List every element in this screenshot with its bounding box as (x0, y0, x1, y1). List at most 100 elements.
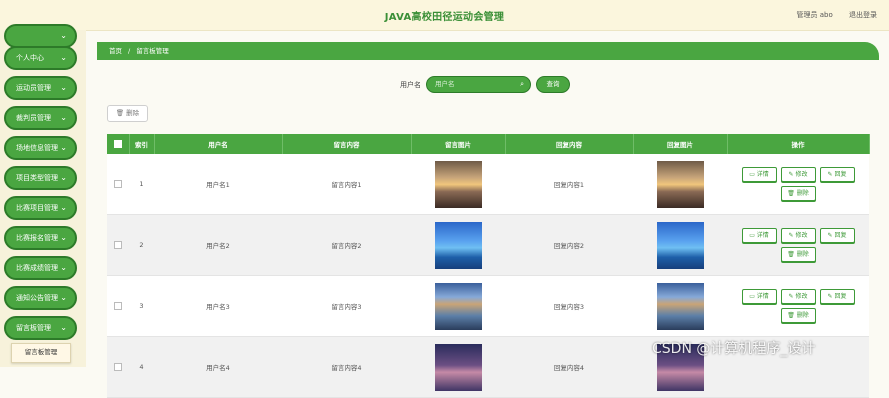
row-index: 4 (129, 336, 154, 398)
row-reply: 回复内容3 (505, 275, 633, 337)
row-select-cell[interactable] (107, 275, 129, 337)
reply-button[interactable]: ✎ 回复 (819, 228, 855, 243)
detail-button[interactable]: ▭ 详情 (741, 289, 777, 304)
row-image-cell (411, 154, 505, 215)
top-right-menu: 管理员 abo 退出登录 (783, 10, 877, 20)
breadcrumb-home[interactable]: 首页 (109, 47, 122, 55)
table-row: 3 用户名3 留言内容3 回复内容3 ▭ 详情 ✎ 修改 ✎ 回复 🗑 删除 (107, 275, 869, 337)
sidebar-item-results[interactable]: 比赛成绩管理 ⌄ (4, 256, 77, 280)
delete-button[interactable]: 🗑 删除 (780, 308, 816, 323)
col-image: 留言图片 (411, 134, 506, 154)
select-all-checkbox[interactable] (113, 140, 122, 148)
detail-label: 详情 (756, 293, 769, 300)
row-actions: ▭ 详情 ✎ 修改 ✎ 回复 🗑 删除 (727, 154, 869, 215)
app-title: JAVA高校田径运动会管理 (384, 12, 505, 23)
message-image[interactable] (434, 221, 482, 269)
detail-label: 详情 (756, 232, 769, 239)
col-username: 用户名 (154, 134, 283, 154)
chevron-down-icon: ⌄ (60, 53, 67, 62)
col-actions: 操作 (727, 134, 870, 154)
edit-button[interactable]: ✎ 修改 (780, 167, 816, 182)
sidebar-item-top[interactable]: ⌄ (4, 24, 77, 48)
sidebar-item-event-types[interactable]: 项目类型管理 ⌄ (4, 166, 77, 190)
row-username: 用户名1 (154, 154, 282, 215)
row-select-cell[interactable] (107, 214, 129, 276)
admin-user-label[interactable]: 管理员 abo (797, 11, 833, 19)
message-image[interactable] (434, 282, 482, 330)
row-actions: ▭ 详情 ✎ 修改 ✎ 回复 🗑 删除 (727, 275, 869, 337)
sidebar-subitem-message-board[interactable]: 留言板管理 (11, 343, 71, 363)
sidebar: ⌄ 个人中心 ⌄ 运动员管理 ⌄ 裁判员管理 ⌄ 场地信息管理 ⌄ 项目类型管理 ⌄ 比赛… (0, 24, 86, 367)
message-image[interactable] (434, 160, 482, 208)
sidebar-item-athletes[interactable]: 运动员管理 ⌄ (4, 76, 77, 100)
logout-link[interactable]: 退出登录 (849, 11, 877, 19)
row-username: 用户名2 (154, 214, 282, 276)
sidebar-item-notices[interactable]: 通知公告管理 ⌄ (4, 286, 77, 310)
row-select-cell[interactable] (107, 154, 129, 215)
col-reply-image: 回复图片 (633, 134, 728, 154)
reply-image[interactable] (656, 160, 704, 208)
chevron-down-icon: ⌄ (60, 323, 67, 332)
detail-label: 详情 (756, 171, 769, 178)
delete-button[interactable]: 🗑 删除 (780, 247, 816, 262)
trash-icon: 🗑 (115, 109, 125, 117)
row-reply-image-cell (633, 214, 727, 276)
col-content: 留言内容 (282, 134, 412, 154)
breadcrumb: 首页 / 留言板管理 (97, 42, 879, 60)
reply-label: 回复 (834, 171, 847, 178)
reply-button[interactable]: ✎ 回复 (819, 289, 855, 304)
row-select-cell[interactable] (107, 336, 129, 398)
sidebar-item-message-board[interactable]: 留言板管理 ⌄ (4, 316, 77, 340)
row-checkbox[interactable] (114, 363, 122, 371)
reply-image[interactable] (656, 221, 704, 269)
col-index: 索引 (129, 134, 155, 154)
search-input[interactable]: 用户名 ⌕ (426, 76, 531, 93)
edit-button[interactable]: ✎ 修改 (780, 289, 816, 304)
reply-image[interactable] (656, 282, 704, 330)
chevron-down-icon: ⌄ (60, 233, 67, 242)
sidebar-item-events[interactable]: 比赛项目管理 ⌄ (4, 196, 77, 220)
edit-label: 修改 (795, 171, 808, 178)
chevron-down-icon: ⌄ (60, 143, 67, 152)
sidebar-item-personal-center[interactable]: 个人中心 ⌄ (4, 46, 77, 70)
sidebar-item-label: 比赛成绩管理 (16, 264, 58, 272)
delete-label: 删除 (796, 190, 809, 197)
sidebar-item-label: 个人中心 (16, 54, 44, 62)
row-image-cell (411, 336, 505, 398)
detail-button[interactable]: ▭ 详情 (741, 228, 777, 243)
sidebar-item-label: 场地信息管理 (16, 144, 58, 152)
query-button[interactable]: 查询 (536, 76, 570, 93)
row-reply-image-cell (633, 275, 727, 337)
chevron-down-icon: ⌄ (60, 173, 67, 182)
batch-delete-label: 删除 (126, 109, 140, 117)
reply-button[interactable]: ✎ 回复 (819, 167, 855, 182)
edit-label: 修改 (795, 293, 808, 300)
edit-label: 修改 (795, 232, 808, 239)
chevron-down-icon: ⌄ (60, 83, 67, 92)
chevron-down-icon: ⌄ (60, 31, 67, 40)
sidebar-item-referees[interactable]: 裁判员管理 ⌄ (4, 106, 77, 130)
chevron-down-icon: ⌄ (60, 113, 67, 122)
row-checkbox[interactable] (114, 180, 122, 188)
breadcrumb-separator: / (128, 47, 131, 55)
delete-label: 删除 (796, 251, 809, 258)
row-checkbox[interactable] (114, 241, 122, 249)
row-reply: 回复内容1 (505, 154, 633, 215)
row-image-cell (411, 214, 505, 276)
sidebar-item-venues[interactable]: 场地信息管理 ⌄ (4, 136, 77, 160)
detail-button[interactable]: ▭ 详情 (741, 167, 777, 182)
edit-button[interactable]: ✎ 修改 (780, 228, 816, 243)
row-image-cell (411, 275, 505, 337)
search-icon: ⌕ (520, 80, 524, 88)
select-all-cell[interactable] (107, 134, 130, 154)
breadcrumb-current: 留言板管理 (136, 47, 169, 55)
search-placeholder: 用户名 (435, 80, 455, 88)
message-image[interactable] (434, 343, 482, 391)
batch-delete-button[interactable]: 🗑 删除 (107, 105, 148, 122)
sidebar-item-registrations[interactable]: 比赛报名管理 ⌄ (4, 226, 77, 250)
table-row: 2 用户名2 留言内容2 回复内容2 ▭ 详情 ✎ 修改 ✎ 回复 🗑 删除 (107, 214, 869, 276)
table-row: 1 用户名1 留言内容1 回复内容1 ▭ 详情 ✎ 修改 ✎ 回复 🗑 删除 (107, 154, 869, 215)
chevron-down-icon: ⌄ (60, 263, 67, 272)
row-checkbox[interactable] (114, 302, 122, 310)
delete-button[interactable]: 🗑 删除 (780, 186, 816, 201)
